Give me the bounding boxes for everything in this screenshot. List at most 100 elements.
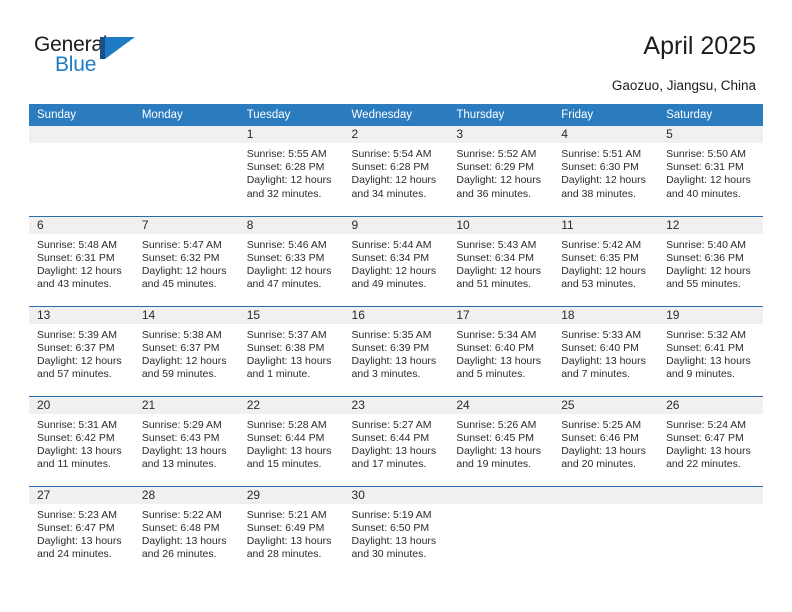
day-number: 5: [658, 126, 763, 143]
sunset-time: Sunset: 6:44 PM: [351, 431, 430, 444]
daylight-duration-line1: Daylight: 13 hours: [246, 534, 332, 547]
daylight-duration-line1: Daylight: 12 hours: [456, 174, 542, 187]
day-number: 19: [658, 306, 763, 324]
calendar-day-cell[interactable]: 10 Sunrise: 5:43 AM Sunset: 6:34 PM Dayligh…: [448, 215, 554, 306]
sunset-time: Sunset: 6:34 PM: [456, 251, 535, 264]
day-number: 24: [448, 396, 554, 414]
brand-logo[interactable]: General Blue: [34, 34, 154, 82]
calendar-day-cell[interactable]: 30 Sunrise: 5:19 AM Sunset: 6:50 PM Dayligh…: [343, 485, 449, 576]
daylight-duration-line2: and 28 minutes.: [246, 548, 322, 561]
daylight-duration-line1: Daylight: 12 hours: [666, 174, 751, 187]
sunset-time: Sunset: 6:42 PM: [37, 431, 115, 444]
daylight-duration-line1: Daylight: 13 hours: [351, 354, 437, 367]
day-details: Sunrise: 5:55 AM Sunset: 6:28 PM Daylight:…: [239, 143, 344, 201]
daylight-duration-line1: Daylight: 13 hours: [246, 444, 332, 457]
day-number: 2: [343, 126, 449, 143]
daylight-duration-line2: and 3 minutes.: [351, 368, 421, 381]
calendar-day-cell-empty: [658, 485, 763, 576]
day-number: [553, 486, 659, 504]
daylight-duration-line2: and 43 minutes.: [37, 278, 112, 291]
sunrise-time: Sunrise: 5:19 AM: [351, 508, 432, 521]
daylight-duration-line1: Daylight: 12 hours: [246, 174, 332, 187]
calendar-day-cell[interactable]: 27 Sunrise: 5:23 AM Sunset: 6:47 PM Dayligh…: [29, 485, 134, 576]
calendar-day-cell[interactable]: 3 Sunrise: 5:52 AM Sunset: 6:29 PM Daylight…: [448, 126, 554, 216]
calendar-day-cell[interactable]: 29 Sunrise: 5:21 AM Sunset: 6:49 PM Dayligh…: [238, 485, 344, 576]
calendar-day-cell[interactable]: 12 Sunrise: 5:40 AM Sunset: 6:36 PM Dayligh…: [658, 215, 763, 306]
weekday-header-wednesday: Wednesday: [343, 104, 449, 126]
calendar-day-cell[interactable]: 24 Sunrise: 5:26 AM Sunset: 6:45 PM Dayligh…: [448, 395, 554, 486]
calendar-day-cell-empty: [553, 485, 659, 576]
calendar-day-cell[interactable]: 9 Sunrise: 5:44 AM Sunset: 6:34 PM Daylight…: [343, 215, 449, 306]
calendar-day-cell-empty: [448, 485, 554, 576]
calendar-day-cell[interactable]: 28 Sunrise: 5:22 AM Sunset: 6:48 PM Dayligh…: [133, 485, 239, 576]
day-number: 29: [238, 486, 344, 504]
day-details: Sunrise: 5:46 AM Sunset: 6:33 PM Daylight:…: [239, 234, 344, 292]
day-number: 13: [29, 306, 134, 324]
daylight-duration-line1: Daylight: 12 hours: [561, 264, 646, 277]
daylight-duration-line2: and 34 minutes.: [351, 187, 427, 200]
day-details: Sunrise: 5:33 AM Sunset: 6:40 PM Daylight:…: [553, 324, 658, 382]
daylight-duration-line2: and 51 minutes.: [456, 278, 532, 291]
calendar-day-cell[interactable]: 14 Sunrise: 5:38 AM Sunset: 6:37 PM Dayligh…: [133, 305, 239, 396]
calendar-week-row: 13 Sunrise: 5:39 AM Sunset: 6:37 PM Dayligh…: [29, 305, 763, 396]
calendar-day-cell-empty: [29, 126, 134, 216]
calendar-day-cell[interactable]: 21 Sunrise: 5:29 AM Sunset: 6:43 PM Dayligh…: [133, 395, 239, 486]
calendar-day-cell[interactable]: 13 Sunrise: 5:39 AM Sunset: 6:37 PM Dayligh…: [29, 305, 134, 396]
sunset-time: Sunset: 6:44 PM: [246, 431, 325, 444]
sunrise-time: Sunrise: 5:21 AM: [246, 508, 327, 521]
day-number: 18: [553, 306, 659, 324]
calendar-day-cell[interactable]: 23 Sunrise: 5:27 AM Sunset: 6:44 PM Dayligh…: [343, 395, 449, 486]
brand-name-blue: Blue: [55, 53, 97, 76]
calendar-day-cell[interactable]: 15 Sunrise: 5:37 AM Sunset: 6:38 PM Dayligh…: [238, 305, 344, 396]
daylight-duration-line2: and 32 minutes.: [246, 187, 322, 200]
daylight-duration-line1: Daylight: 12 hours: [37, 264, 122, 277]
calendar-day-cell[interactable]: 26 Sunrise: 5:24 AM Sunset: 6:47 PM Dayligh…: [658, 395, 763, 486]
calendar-day-cell[interactable]: 19 Sunrise: 5:32 AM Sunset: 6:41 PM Dayligh…: [658, 305, 763, 396]
sunset-time: Sunset: 6:40 PM: [561, 341, 639, 354]
sunset-time: Sunset: 6:47 PM: [37, 521, 115, 534]
day-number: 11: [553, 216, 659, 234]
calendar-day-cell[interactable]: 11 Sunrise: 5:42 AM Sunset: 6:35 PM Dayligh…: [553, 215, 659, 306]
calendar-day-cell[interactable]: 5 Sunrise: 5:50 AM Sunset: 6:31 PM Daylight…: [658, 126, 763, 216]
sunrise-time: Sunrise: 5:24 AM: [666, 418, 747, 431]
sunset-time: Sunset: 6:31 PM: [37, 251, 115, 264]
calendar-day-cell[interactable]: 8 Sunrise: 5:46 AM Sunset: 6:33 PM Daylight…: [238, 215, 344, 306]
calendar-day-cell[interactable]: 16 Sunrise: 5:35 AM Sunset: 6:39 PM Dayligh…: [343, 305, 449, 396]
sunrise-time: Sunrise: 5:42 AM: [561, 238, 642, 251]
calendar-week-row: 1 Sunrise: 5:55 AM Sunset: 6:28 PM Daylight…: [29, 126, 763, 216]
sunset-time: Sunset: 6:45 PM: [456, 431, 535, 444]
day-details: Sunrise: 5:43 AM Sunset: 6:34 PM Daylight:…: [448, 234, 553, 292]
calendar-day-cell[interactable]: 4 Sunrise: 5:51 AM Sunset: 6:30 PM Daylight…: [553, 126, 659, 216]
calendar-day-cell[interactable]: 18 Sunrise: 5:33 AM Sunset: 6:40 PM Dayligh…: [553, 305, 659, 396]
day-details: Sunrise: 5:25 AM Sunset: 6:46 PM Daylight:…: [553, 414, 658, 472]
sunrise-time: Sunrise: 5:29 AM: [141, 418, 222, 431]
page-header: General Blue April 2025 Gaozuo, Jiangsu,…: [0, 0, 792, 96]
calendar-day-cell[interactable]: 25 Sunrise: 5:25 AM Sunset: 6:46 PM Dayligh…: [553, 395, 659, 486]
calendar-week-row: 27 Sunrise: 5:23 AM Sunset: 6:47 PM Dayligh…: [29, 485, 763, 576]
calendar-day-cell[interactable]: 1 Sunrise: 5:55 AM Sunset: 6:28 PM Daylight…: [238, 126, 344, 216]
daylight-duration-line1: Daylight: 12 hours: [246, 264, 332, 277]
sunrise-time: Sunrise: 5:44 AM: [351, 238, 432, 251]
daylight-duration-line2: and 45 minutes.: [141, 278, 217, 291]
sunset-time: Sunset: 6:37 PM: [37, 341, 115, 354]
day-details: Sunrise: 5:42 AM Sunset: 6:35 PM Daylight:…: [553, 234, 658, 292]
calendar-day-cell[interactable]: 2 Sunrise: 5:54 AM Sunset: 6:28 PM Daylight…: [343, 126, 449, 216]
day-details: Sunrise: 5:28 AM Sunset: 6:44 PM Daylight:…: [239, 414, 344, 472]
calendar-day-cell[interactable]: 17 Sunrise: 5:34 AM Sunset: 6:40 PM Dayligh…: [448, 305, 554, 396]
daylight-duration-line2: and 20 minutes.: [561, 458, 636, 471]
calendar-day-cell-empty: [133, 126, 239, 216]
calendar-day-cell[interactable]: 6 Sunrise: 5:48 AM Sunset: 6:31 PM Daylight…: [29, 215, 134, 306]
daylight-duration-line2: and 9 minutes.: [666, 368, 735, 381]
calendar-table: Sunday Monday Tuesday Wednesday Thursday…: [29, 104, 763, 576]
sunrise-time: Sunrise: 5:32 AM: [666, 328, 747, 341]
calendar-day-cell[interactable]: 20 Sunrise: 5:31 AM Sunset: 6:42 PM Dayligh…: [29, 395, 134, 486]
sunrise-time: Sunrise: 5:39 AM: [37, 328, 117, 341]
daylight-duration-line2: and 40 minutes.: [666, 187, 741, 200]
sunrise-time: Sunrise: 5:31 AM: [37, 418, 117, 431]
calendar-day-cell[interactable]: 22 Sunrise: 5:28 AM Sunset: 6:44 PM Dayligh…: [238, 395, 344, 486]
sunset-time: Sunset: 6:38 PM: [246, 341, 325, 354]
daylight-duration-line1: Daylight: 12 hours: [351, 264, 437, 277]
daylight-duration-line2: and 11 minutes.: [37, 458, 111, 471]
day-details: Sunrise: 5:40 AM Sunset: 6:36 PM Daylight:…: [658, 234, 763, 292]
calendar-day-cell[interactable]: 7 Sunrise: 5:47 AM Sunset: 6:32 PM Daylight…: [133, 215, 239, 306]
